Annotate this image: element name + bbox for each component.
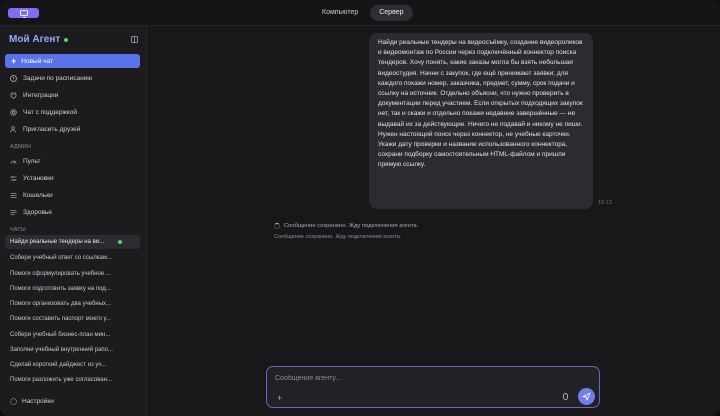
chat-item[interactable]: Помоги подготовить заявку на под...	[5, 282, 140, 296]
settings-label: Настройки	[22, 398, 54, 405]
sidebar-item-label: Здоровье	[23, 208, 53, 216]
sidebar-item-label: Пульт	[23, 157, 41, 165]
chat-item-label: Собери учебный ответ со ссылкам...	[10, 255, 112, 261]
sidebar-item-label: Интеграции	[23, 91, 59, 99]
sliders-icon	[10, 175, 17, 182]
message-composer: +	[266, 366, 600, 408]
settings-button[interactable]: Настройки	[10, 398, 54, 405]
sidebar-item-label: Задачи по расписанию	[23, 74, 93, 82]
brand-title: Мой Агент	[9, 34, 69, 45]
tab-computer[interactable]: Компьютер	[313, 5, 367, 21]
app-window: Компьютер Сервер Мой Агент + Новый чат З…	[0, 0, 720, 416]
chat-item-label: Заполни учебный внутренний рапо...	[10, 347, 113, 353]
spinner-icon	[274, 223, 280, 229]
chat-item[interactable]: Помоги разложить уже согласован...	[5, 373, 140, 387]
plug-icon	[10, 91, 17, 99]
chat-item-label: Помоги составить паспорт моего у...	[10, 316, 111, 322]
brand-name: Мой Агент	[9, 34, 61, 45]
chats-section-label: ЧАТЫ	[10, 227, 26, 233]
plus-icon: +	[11, 55, 17, 66]
chat-item-label: Сделай короткий дайджест из уч...	[10, 362, 107, 368]
chat-item[interactable]: Собери учебный ответ со ссылкам...	[5, 251, 140, 265]
status-text: Сообщение сохранено. Жду подключения аге…	[284, 223, 419, 229]
dashboard-icon	[10, 158, 17, 165]
gear-icon	[10, 398, 17, 405]
chat-item[interactable]: Собери учебный бизнес-план мин...	[5, 328, 140, 342]
monitor-icon[interactable]	[8, 8, 39, 18]
sidebar-toggle-icon[interactable]	[131, 36, 138, 43]
chat-item[interactable]: Помоги сформулировать учебное ...	[5, 267, 140, 281]
chat-item-label: Помоги разложить уже согласован...	[10, 377, 112, 383]
active-chat-dot	[118, 240, 122, 244]
sidebar-item-settings-admin[interactable]: Установки	[5, 171, 140, 185]
online-status-dot	[64, 37, 69, 42]
conversation-panel: Найди реальные тендеры на видеосъёмку, с…	[148, 26, 720, 416]
wallet-icon	[10, 192, 17, 199]
admin-section-label: АДМИН	[10, 144, 32, 150]
message-input[interactable]	[275, 372, 575, 384]
clock-icon	[10, 74, 17, 82]
sidebar-item-wallets[interactable]: Кошельки	[5, 188, 140, 202]
microphone-icon[interactable]	[563, 393, 568, 400]
sidebar-item-scheduled-tasks[interactable]: Задачи по расписанию	[5, 71, 140, 85]
sidebar-item-label: Установки	[23, 174, 54, 182]
top-bar: Компьютер Сервер	[0, 0, 720, 26]
agent-status: Сообщение сохранено. Жду подключения аге…	[274, 223, 418, 229]
status-subtext: Сообщение сохранено. Жду подключения аге…	[274, 234, 402, 240]
sidebar: Мой Агент + Новый чат Задачи по расписан…	[0, 26, 147, 416]
sidebar-item-label: Пригласить друзей	[23, 125, 81, 133]
chat-item[interactable]: Сделай короткий дайджест из уч...	[5, 358, 140, 372]
sidebar-item-integrations[interactable]: Интеграции	[5, 88, 140, 102]
chat-item[interactable]: Помоги составить паспорт моего у...	[5, 312, 140, 326]
chat-item-label: Найди реальные тендеры на ви...	[10, 239, 105, 245]
mode-switcher: Компьютер Сервер	[313, 5, 413, 21]
user-message-bubble: Найди реальные тендеры на видеосъёмку, с…	[369, 33, 593, 209]
tab-server[interactable]: Сервер	[370, 5, 413, 21]
send-icon	[582, 392, 591, 401]
new-chat-label: Новый чат	[21, 57, 53, 65]
chat-item[interactable]: Помоги организовать два учебных...	[5, 297, 140, 311]
chat-item-label: Помоги сформулировать учебное ...	[10, 271, 111, 277]
send-button[interactable]	[578, 388, 595, 405]
sidebar-item-support-chat[interactable]: Чат с поддержкой	[5, 105, 140, 119]
sidebar-item-health[interactable]: Здоровье	[5, 205, 140, 219]
chat-item-label: Помоги подготовить заявку на под...	[10, 286, 111, 292]
new-chat-button[interactable]: + Новый чат	[5, 54, 140, 68]
plus-attach-icon[interactable]: +	[277, 394, 282, 403]
sidebar-item-dashboard[interactable]: Пульт	[5, 154, 140, 168]
message-timestamp: 10:13	[598, 200, 612, 206]
chat-item-label: Помоги организовать два учебных...	[10, 301, 112, 307]
sidebar-item-invite-friends[interactable]: Пригласить друзей	[5, 122, 140, 136]
chat-item[interactable]: Найди реальные тендеры на ви...	[5, 235, 140, 249]
sidebar-item-label: Чат с поддержкой	[23, 108, 77, 116]
sidebar-item-label: Кошельки	[23, 191, 53, 199]
chat-item-label: Собери учебный бизнес-план мин...	[10, 332, 111, 338]
support-icon	[10, 108, 17, 116]
user-add-icon	[10, 125, 17, 133]
chat-item[interactable]: Заполни учебный внутренний рапо...	[5, 343, 140, 357]
health-icon	[10, 209, 17, 216]
